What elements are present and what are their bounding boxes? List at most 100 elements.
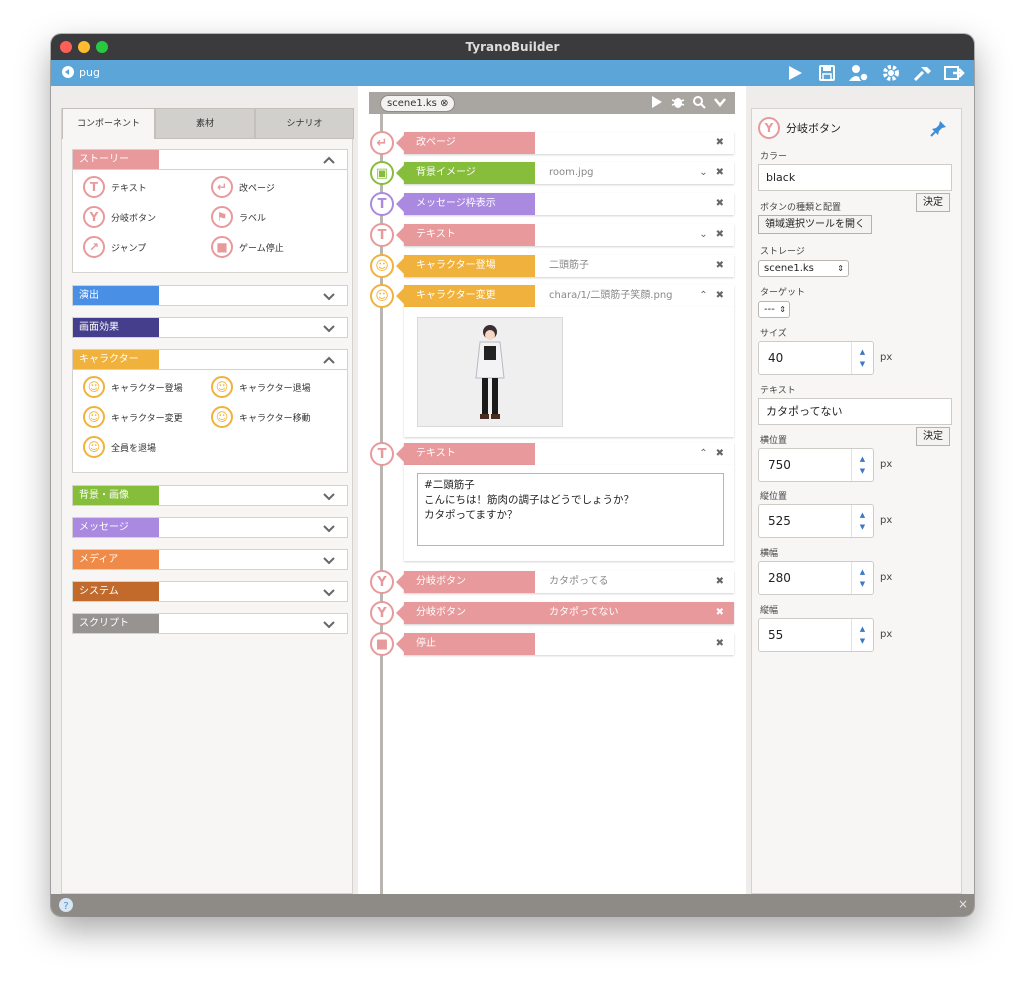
row-label: テキスト <box>396 224 535 246</box>
component-label[interactable]: ⚑ ラベル <box>211 206 266 228</box>
search-icon[interactable] <box>692 95 706 109</box>
tab-scenario[interactable]: シナリオ <box>255 108 354 139</box>
component-jump[interactable]: ↗ ジャンプ <box>83 236 146 258</box>
storage-label: ストレージ <box>760 247 805 257</box>
help-icon[interactable]: ? <box>58 897 74 913</box>
text-decide-button[interactable]: 決定 <box>916 427 950 446</box>
debug-bug-icon[interactable] <box>671 95 685 109</box>
color-decide-button[interactable]: 決定 <box>916 193 950 212</box>
close-tab-icon[interactable]: ⊗ <box>440 98 448 109</box>
y-position-stepper[interactable]: 525 ▲ ▼ <box>758 504 874 538</box>
category-label: メッセージ <box>73 518 159 537</box>
category-system[interactable]: システム <box>72 581 348 602</box>
category-effects[interactable]: 演出 <box>72 285 348 306</box>
component-character-change[interactable]: ☺ キャラクター変更 <box>83 406 183 428</box>
increment-icon[interactable]: ▲ <box>860 511 865 519</box>
scenario-file-tab[interactable]: scene1.ks ⊗ <box>380 95 456 112</box>
increment-icon[interactable]: ▲ <box>860 348 865 356</box>
increment-icon[interactable]: ▲ <box>860 625 865 633</box>
character-enter-icon: ☺ <box>370 254 394 278</box>
scenario-row-branch-2-selected[interactable]: 分岐ボタン カタポってない ✖ <box>396 602 734 624</box>
decrement-icon[interactable]: ▼ <box>860 580 865 588</box>
scenario-row-page-break[interactable]: 改ページ ✖ <box>396 132 734 154</box>
chevron-up-icon[interactable]: ⌃ <box>699 443 707 465</box>
tab-components[interactable]: コンポーネント <box>62 108 155 139</box>
scenario-row-stop[interactable]: 停止 ✖ <box>396 633 734 655</box>
delete-icon[interactable]: ✖ <box>716 602 724 624</box>
category-message[interactable]: メッセージ <box>72 517 348 538</box>
play-scene-icon[interactable] <box>650 95 664 109</box>
component-game-stop[interactable]: ■ ゲーム停止 <box>211 236 284 258</box>
chevron-down-icon[interactable]: ⌄ <box>699 162 707 184</box>
close-icon[interactable]: × <box>958 897 968 911</box>
region-select-button[interactable]: 領域選択ツールを開く <box>758 215 872 234</box>
component-all-exit[interactable]: ☺ 全員を退場 <box>83 436 156 458</box>
close-window-button[interactable] <box>60 41 72 53</box>
increment-icon[interactable]: ▲ <box>860 455 865 463</box>
component-panel: コンポーネント 素材 シナリオ ストーリー T テキスト ↵ 改ページ Y 分岐ボタン… <box>61 108 354 894</box>
scenario-row-message-window[interactable]: メッセージ枠表示 ✖ <box>396 193 734 215</box>
export-icon[interactable] <box>944 63 966 83</box>
scenario-row-character-change[interactable]: キャラクター変更 chara/1/二頭筋子笑顔.png ⌃ ✖ <box>396 285 734 307</box>
delete-icon[interactable]: ✖ <box>716 193 724 215</box>
decrement-icon[interactable]: ▼ <box>860 360 865 368</box>
text-editor-panel: #二頭筋子 こんにちは！筋肉の調子はどうでしょうか？ カタポってますか？ <box>404 465 734 561</box>
increment-icon[interactable]: ▲ <box>860 568 865 576</box>
text-input[interactable]: カタポってない <box>758 398 952 425</box>
scenario-row-character-show[interactable]: キャラクター登場 二頭筋子 ✖ <box>396 255 734 277</box>
delete-icon[interactable]: ✖ <box>716 633 724 655</box>
text-icon: T <box>83 176 105 198</box>
component-character-move[interactable]: ☺ キャラクター移動 <box>211 406 311 428</box>
delete-icon[interactable]: ✖ <box>716 285 724 307</box>
category-screen-effects[interactable]: 画面効果 <box>72 317 348 338</box>
minimize-window-button[interactable] <box>78 41 90 53</box>
delete-icon[interactable]: ✖ <box>716 571 724 593</box>
component-branch-button[interactable]: Y 分岐ボタン <box>83 206 156 228</box>
delete-icon[interactable]: ✖ <box>716 255 724 277</box>
target-select[interactable]: --- ⇕ <box>758 301 790 318</box>
color-input[interactable]: black <box>758 164 952 191</box>
build-hammer-icon[interactable] <box>912 63 934 83</box>
properties-panel: Y 分岐ボタン カラー black 決定 ボタンの種類と配置 領域選択ツールを開… <box>751 108 962 894</box>
component-page-break[interactable]: ↵ 改ページ <box>211 176 275 198</box>
category-story[interactable]: ストーリー <box>72 149 348 170</box>
decrement-icon[interactable]: ▼ <box>860 637 865 645</box>
maximize-window-button[interactable] <box>96 41 108 53</box>
chevron-down-icon[interactable]: ⌄ <box>699 224 707 246</box>
category-media[interactable]: メディア <box>72 549 348 570</box>
delete-icon[interactable]: ✖ <box>716 162 724 184</box>
component-character-show[interactable]: ☺ キャラクター登場 <box>83 376 183 398</box>
scenario-row-background[interactable]: 背景イメージ room.jpg ⌄ ✖ <box>396 162 734 184</box>
delete-icon[interactable]: ✖ <box>716 443 724 465</box>
decrement-icon[interactable]: ▼ <box>860 523 865 531</box>
chevron-up-icon[interactable]: ⌃ <box>699 285 707 307</box>
save-icon[interactable] <box>816 63 838 83</box>
size-stepper[interactable]: 40 ▲ ▼ <box>758 341 874 375</box>
chevron-down-icon[interactable] <box>713 95 727 109</box>
scenario-row-branch-1[interactable]: 分岐ボタン カタポってる ✖ <box>396 571 734 593</box>
scenario-row-text[interactable]: テキスト ⌄ ✖ <box>396 224 734 246</box>
pin-icon[interactable] <box>930 119 948 137</box>
x-position-stepper[interactable]: 750 ▲ ▼ <box>758 448 874 482</box>
tab-materials[interactable]: 素材 <box>155 108 255 139</box>
delete-icon[interactable]: ✖ <box>716 224 724 246</box>
storage-select[interactable]: scene1.ks ⇕ <box>758 260 849 277</box>
character-settings-icon[interactable] <box>848 63 870 83</box>
scenario-row-text-2[interactable]: テキスト ⌃ ✖ <box>396 443 734 465</box>
gear-icon[interactable] <box>880 63 902 83</box>
dialogue-textarea[interactable]: #二頭筋子 こんにちは！筋肉の調子はどうでしょうか？ カタポってますか？ <box>417 473 724 546</box>
category-label: ストーリー <box>73 150 159 169</box>
width-label: 横幅 <box>760 549 779 559</box>
height-stepper[interactable]: 55 ▲ ▼ <box>758 618 874 652</box>
decrement-icon[interactable]: ▼ <box>860 467 865 475</box>
play-icon[interactable] <box>784 63 806 83</box>
jump-icon: ↗ <box>83 236 105 258</box>
category-character[interactable]: キャラクター <box>72 349 348 370</box>
component-character-hide[interactable]: ☺ キャラクター退場 <box>211 376 311 398</box>
delete-icon[interactable]: ✖ <box>716 132 724 154</box>
component-text[interactable]: T テキスト <box>83 176 147 198</box>
project-selector[interactable]: pug <box>61 65 100 79</box>
width-stepper[interactable]: 280 ▲ ▼ <box>758 561 874 595</box>
category-background[interactable]: 背景・画像 <box>72 485 348 506</box>
category-script[interactable]: スクリプト <box>72 613 348 634</box>
